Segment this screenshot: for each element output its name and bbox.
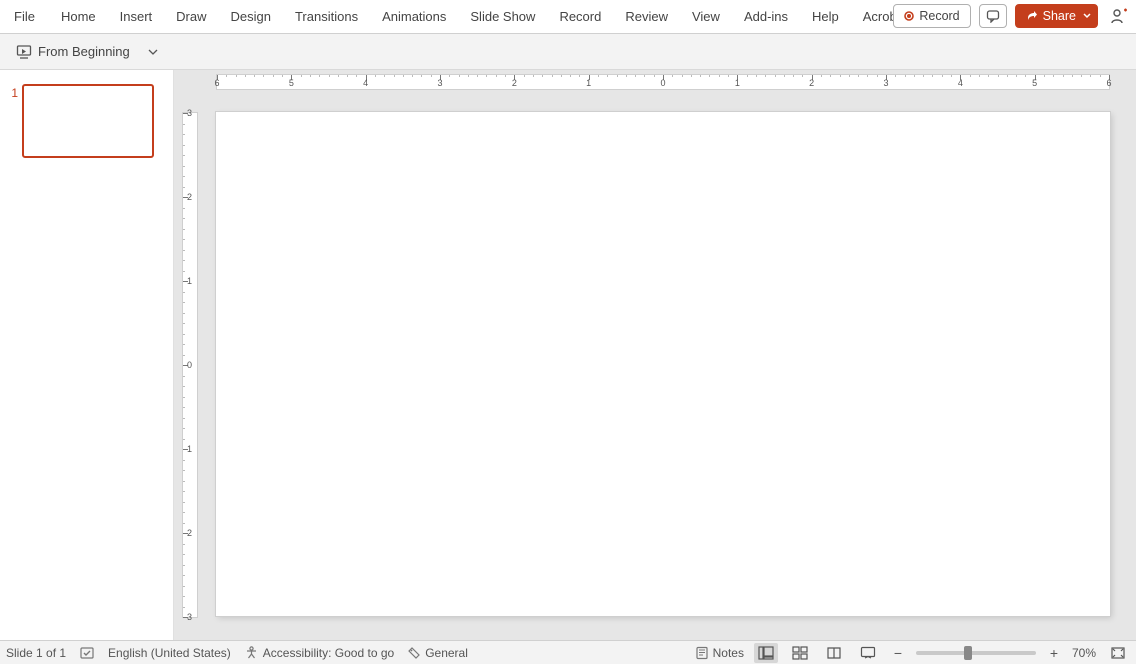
tab-help[interactable]: Help: [800, 0, 851, 33]
notes-label: Notes: [713, 646, 744, 660]
from-beginning-dropdown[interactable]: [144, 43, 162, 61]
share-button[interactable]: Share: [1015, 4, 1098, 28]
ruler-h-label: 3: [883, 78, 888, 88]
ruler-h-label: 5: [289, 78, 294, 88]
ruler-v-label: 1: [187, 276, 192, 286]
ruler-h-label: 2: [809, 78, 814, 88]
ribbon-right-controls: Record Share: [893, 4, 1128, 28]
ruler-h-label: 4: [363, 78, 368, 88]
comment-icon: [986, 9, 1000, 23]
share-arrow-icon: [1026, 10, 1038, 22]
notes-toggle[interactable]: Notes: [695, 646, 744, 660]
tab-insert[interactable]: Insert: [108, 0, 165, 33]
view-normal-button[interactable]: [754, 643, 778, 663]
sensitivity-status[interactable]: General: [408, 646, 468, 660]
account-icon[interactable]: [1110, 7, 1128, 25]
tab-draw[interactable]: Draw: [164, 0, 218, 33]
view-reading-button[interactable]: [822, 643, 846, 663]
from-beginning-button[interactable]: From Beginning: [8, 40, 138, 64]
tag-icon: [408, 647, 420, 659]
vertical-ruler[interactable]: 3210123: [182, 112, 198, 618]
tab-add-ins[interactable]: Add-ins: [732, 0, 800, 33]
ruler-h-label: 4: [958, 78, 963, 88]
ruler-v-label: 3: [187, 108, 192, 118]
ruler-h-label: 0: [660, 78, 665, 88]
ruler-v-label: 0: [187, 360, 192, 370]
ruler-h-label: 1: [586, 78, 591, 88]
record-button-label: Record: [919, 9, 959, 23]
tab-record[interactable]: Record: [547, 0, 613, 33]
thumbnail-item[interactable]: 1: [0, 84, 173, 158]
ruler-h-label: 1: [735, 78, 740, 88]
present-from-beginning-icon: [16, 44, 32, 60]
tab-design[interactable]: Design: [219, 0, 283, 33]
sub-ribbon: From Beginning: [0, 34, 1136, 70]
spellcheck-status[interactable]: [80, 646, 94, 660]
accessibility-icon: [245, 646, 258, 659]
from-beginning-label: From Beginning: [38, 44, 130, 59]
thumbnail-number: 1: [4, 84, 18, 100]
tab-home[interactable]: Home: [49, 0, 108, 33]
view-slideshow-button[interactable]: [856, 643, 880, 663]
language-status[interactable]: English (United States): [108, 646, 231, 660]
ruler-h-label: 3: [437, 78, 442, 88]
chevron-down-icon: [1083, 12, 1091, 20]
zoom-slider-thumb[interactable]: [964, 646, 972, 660]
spellcheck-ok-icon: [80, 646, 94, 660]
ruler-v-label: 2: [187, 192, 192, 202]
zoom-slider[interactable]: [916, 651, 1036, 655]
thumbnail-pane[interactable]: 1: [0, 70, 174, 640]
ribbon-tabs: File Home Insert Draw Design Transitions…: [0, 0, 1136, 34]
tab-file[interactable]: File: [0, 0, 49, 33]
fit-window-icon: [1110, 646, 1126, 660]
horizontal-ruler[interactable]: 6 5 4 3 2 1 0 1 2 3 4 5 6: [216, 74, 1110, 90]
slide-counter[interactable]: Slide 1 of 1: [6, 646, 66, 660]
ruler-h-label: 2: [512, 78, 517, 88]
zoom-out-button[interactable]: −: [890, 646, 906, 660]
slide-canvas[interactable]: [216, 112, 1110, 616]
slideshow-icon: [860, 646, 876, 660]
fit-to-window-button[interactable]: [1106, 643, 1130, 663]
notes-icon: [695, 646, 709, 660]
status-right: Notes − + 70%: [695, 643, 1130, 663]
status-bar: Slide 1 of 1 English (United States) Acc…: [0, 640, 1136, 664]
accessibility-status[interactable]: Accessibility: Good to go: [245, 646, 394, 660]
ruler-v-label: 2: [187, 528, 192, 538]
status-left: Slide 1 of 1 English (United States) Acc…: [6, 646, 468, 660]
view-sorter-button[interactable]: [788, 643, 812, 663]
ruler-v-label: 3: [187, 612, 192, 622]
tab-view[interactable]: View: [680, 0, 732, 33]
workspace: 1 6 5 4 3 2 1 0 1 2 3 4 5 6 3 2 1 0 1 2 3: [0, 70, 1136, 640]
comments-button[interactable]: [979, 4, 1007, 28]
share-button-label: Share: [1043, 9, 1076, 23]
ruler-v-label: 1: [187, 444, 192, 454]
record-button[interactable]: Record: [893, 4, 970, 28]
tab-slide-show[interactable]: Slide Show: [458, 0, 547, 33]
zoom-percentage[interactable]: 70%: [1072, 646, 1096, 660]
normal-view-icon: [758, 646, 774, 660]
sensitivity-label: General: [425, 646, 468, 660]
tab-animations[interactable]: Animations: [370, 0, 458, 33]
tab-transitions[interactable]: Transitions: [283, 0, 370, 33]
slide-sorter-icon: [792, 646, 808, 660]
ruler-h-label: 6: [214, 78, 219, 88]
zoom-in-button[interactable]: +: [1046, 646, 1062, 660]
reading-view-icon: [826, 646, 842, 660]
ruler-h-label: 5: [1032, 78, 1037, 88]
ruler-h-label: 6: [1106, 78, 1111, 88]
tab-review[interactable]: Review: [613, 0, 680, 33]
thumbnail-slide[interactable]: [22, 84, 154, 158]
record-dot-icon: [904, 11, 914, 21]
edit-pane: 6 5 4 3 2 1 0 1 2 3 4 5 6 3 2 1 0 1 2 3: [174, 70, 1136, 640]
accessibility-label: Accessibility: Good to go: [263, 646, 394, 660]
